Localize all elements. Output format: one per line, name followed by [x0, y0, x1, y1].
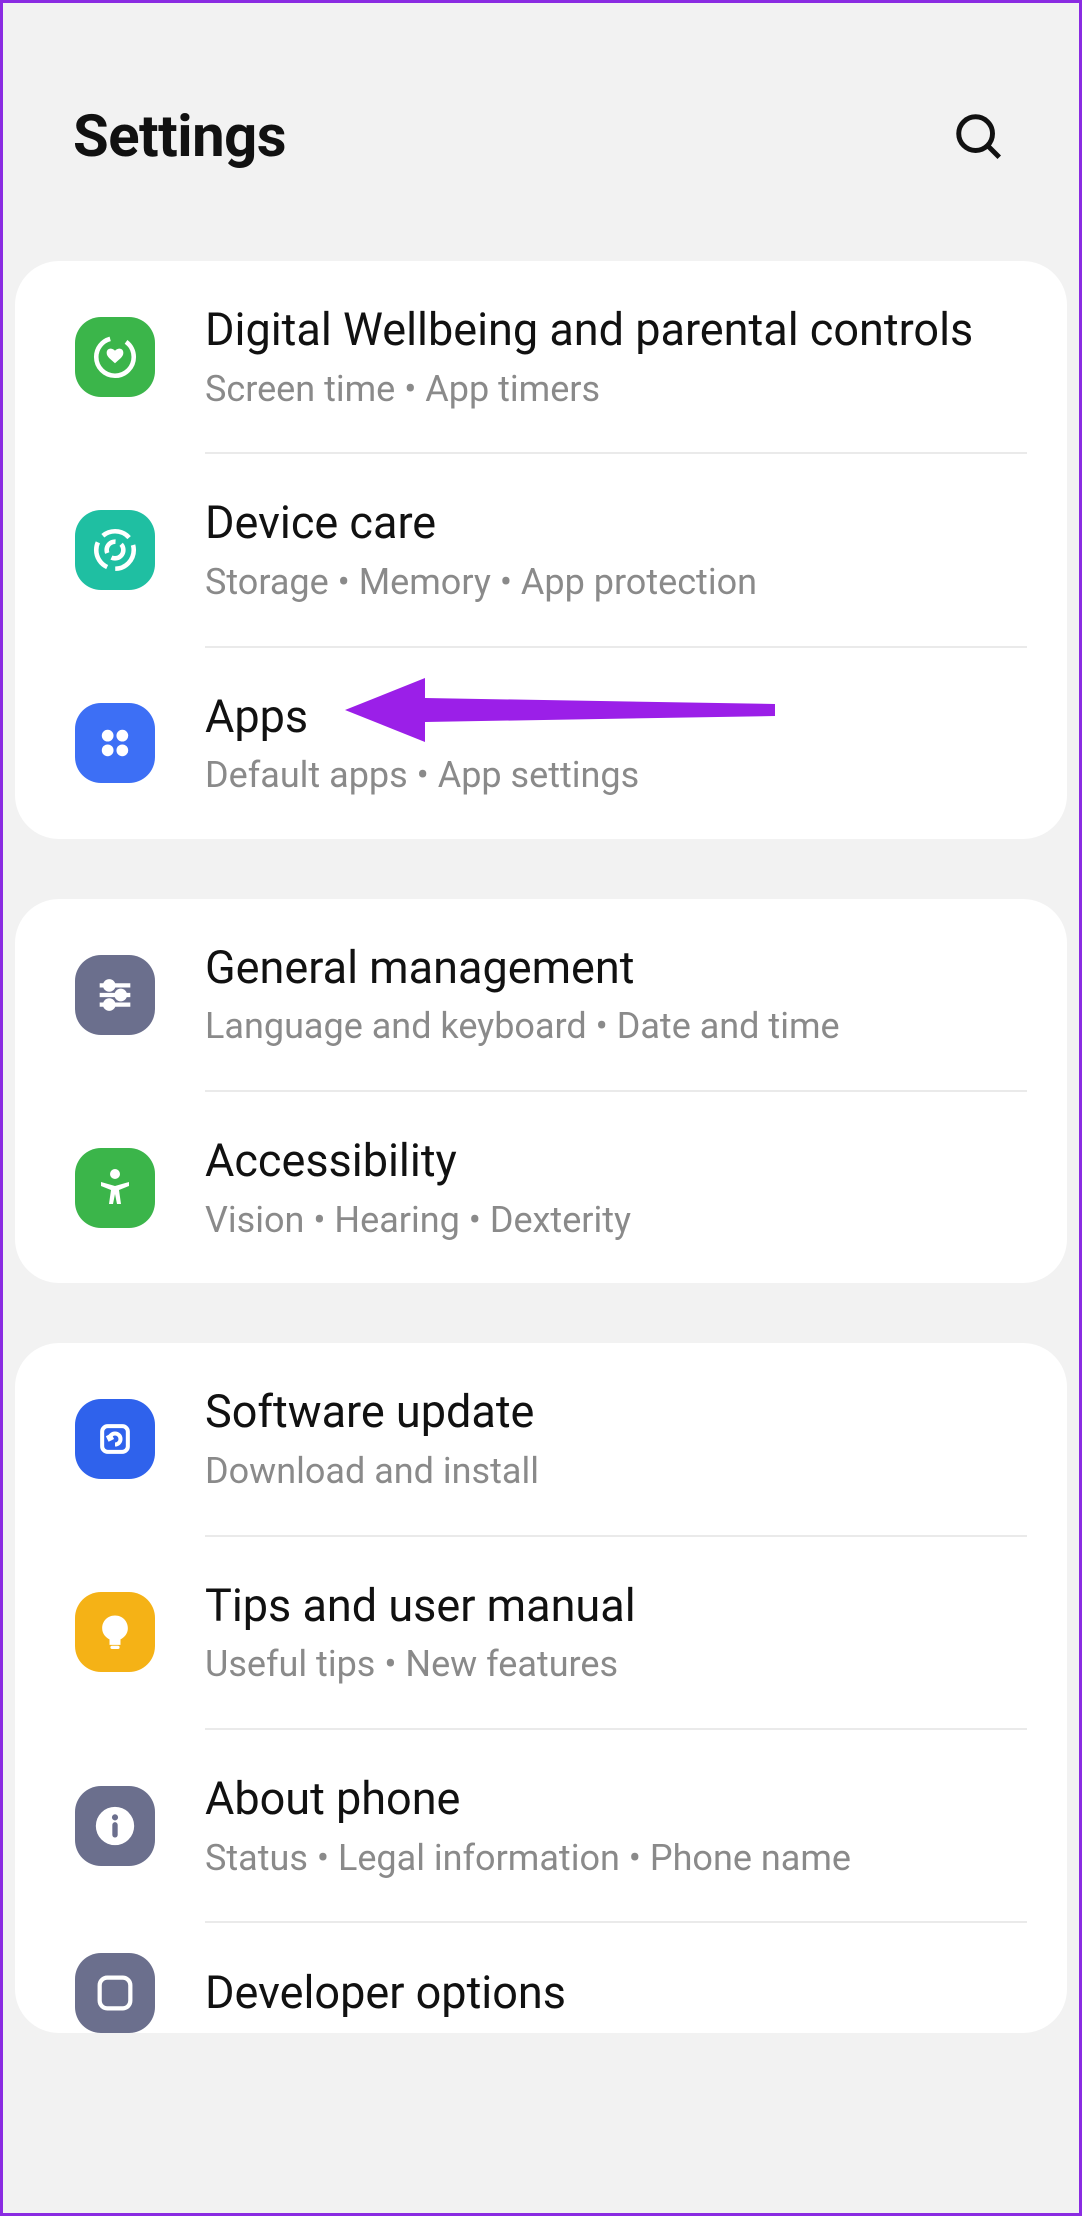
device-care-icon: [75, 510, 155, 590]
settings-item-text: Developer options: [205, 1964, 1027, 2023]
settings-group-3: Software update Download and install Tip…: [15, 1343, 1067, 2033]
tips-bulb-icon: [75, 1592, 155, 1672]
apps-grid-icon: [75, 703, 155, 783]
settings-item-subtitle: Vision • Hearing • Dexterity: [205, 1197, 1027, 1244]
sliders-icon: [75, 955, 155, 1035]
settings-item-subtitle: Useful tips • New features: [205, 1641, 1027, 1688]
developer-icon: [75, 1953, 155, 2033]
settings-item-subtitle: Default apps • App settings: [205, 752, 1027, 799]
settings-item-tips[interactable]: Tips and user manual Useful tips • New f…: [15, 1537, 1067, 1728]
settings-item-wellbeing[interactable]: Digital Wellbeing and parental controls …: [15, 261, 1067, 452]
settings-item-text: About phone Status • Legal information •…: [205, 1770, 1027, 1881]
settings-item-subtitle: Status • Legal information • Phone name: [205, 1835, 1027, 1882]
wellbeing-heart-icon: [75, 317, 155, 397]
settings-item-text: General management Language and keyboard…: [205, 939, 1027, 1050]
settings-header: Settings: [3, 3, 1079, 261]
settings-group-2: General management Language and keyboard…: [15, 899, 1067, 1284]
search-button[interactable]: [949, 107, 1009, 167]
software-update-icon: [75, 1399, 155, 1479]
settings-item-subtitle: Download and install: [205, 1448, 1027, 1495]
settings-item-apps[interactable]: Apps Default apps • App settings: [15, 648, 1067, 839]
settings-item-title: Accessibility: [205, 1132, 1027, 1191]
settings-item-text: Apps Default apps • App settings: [205, 688, 1027, 799]
page-title: Settings: [73, 103, 286, 171]
info-icon: [75, 1786, 155, 1866]
settings-group-1: Digital Wellbeing and parental controls …: [15, 261, 1067, 839]
settings-item-software[interactable]: Software update Download and install: [15, 1343, 1067, 1534]
accessibility-person-icon: [75, 1148, 155, 1228]
settings-item-title: Digital Wellbeing and parental controls: [205, 301, 1027, 360]
settings-item-subtitle: Language and keyboard • Date and time: [205, 1003, 1027, 1050]
settings-item-title: Tips and user manual: [205, 1577, 1027, 1636]
settings-item-developer[interactable]: Developer options: [15, 1923, 1067, 2033]
settings-item-title: Device care: [205, 494, 1027, 553]
settings-item-title: General management: [205, 939, 1027, 998]
settings-item-subtitle: Storage • Memory • App protection: [205, 559, 1027, 606]
settings-item-title: About phone: [205, 1770, 1027, 1829]
settings-item-about[interactable]: About phone Status • Legal information •…: [15, 1730, 1067, 1921]
settings-item-accessibility[interactable]: Accessibility Vision • Hearing • Dexteri…: [15, 1092, 1067, 1283]
settings-item-text: Accessibility Vision • Hearing • Dexteri…: [205, 1132, 1027, 1243]
settings-item-text: Device care Storage • Memory • App prote…: [205, 494, 1027, 605]
settings-item-title: Developer options: [205, 1964, 1027, 2023]
settings-item-general[interactable]: General management Language and keyboard…: [15, 899, 1067, 1090]
settings-item-subtitle: Screen time • App timers: [205, 366, 1027, 413]
settings-item-text: Tips and user manual Useful tips • New f…: [205, 1577, 1027, 1688]
settings-item-title: Apps: [205, 688, 1027, 747]
settings-item-title: Software update: [205, 1383, 1027, 1442]
settings-item-text: Software update Download and install: [205, 1383, 1027, 1494]
search-icon: [952, 110, 1006, 164]
settings-item-devicecare[interactable]: Device care Storage • Memory • App prote…: [15, 454, 1067, 645]
settings-item-text: Digital Wellbeing and parental controls …: [205, 301, 1027, 412]
